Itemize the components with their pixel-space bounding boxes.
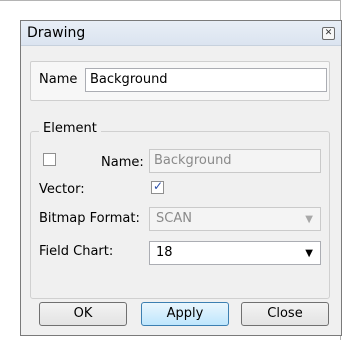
- title-bar: Drawing ✕: [21, 21, 341, 46]
- chevron-down-icon: ▼: [305, 214, 313, 225]
- outer-frame-top: [0, 0, 341, 1]
- field-chart-value: 18: [156, 245, 173, 260]
- close-window-icon[interactable]: ✕: [322, 27, 335, 40]
- name-label: Name: [39, 72, 78, 87]
- window-title: Drawing: [27, 25, 86, 41]
- ok-button[interactable]: OK: [39, 302, 127, 326]
- element-name-input[interactable]: Background: [149, 149, 321, 173]
- chevron-down-icon: ▼: [305, 248, 313, 259]
- element-name-checkbox[interactable]: [43, 153, 56, 166]
- drawing-dialog: Drawing ✕ Name Background Element Name: …: [20, 20, 342, 336]
- bitmap-format-select[interactable]: SCAN ▼: [149, 207, 321, 231]
- vector-checkbox[interactable]: [151, 179, 164, 194]
- field-chart-label: Field Chart:: [39, 244, 114, 259]
- element-group-title: Element: [39, 121, 101, 136]
- name-input[interactable]: Background: [85, 68, 327, 92]
- apply-button[interactable]: Apply: [141, 302, 229, 326]
- element-name-label: Name:: [101, 155, 144, 170]
- bitmap-format-label: Bitmap Format:: [39, 211, 140, 226]
- vector-label: Vector:: [39, 182, 85, 197]
- close-button[interactable]: Close: [241, 302, 329, 326]
- field-chart-select[interactable]: 18 ▼: [149, 241, 321, 265]
- bitmap-format-value: SCAN: [156, 211, 192, 226]
